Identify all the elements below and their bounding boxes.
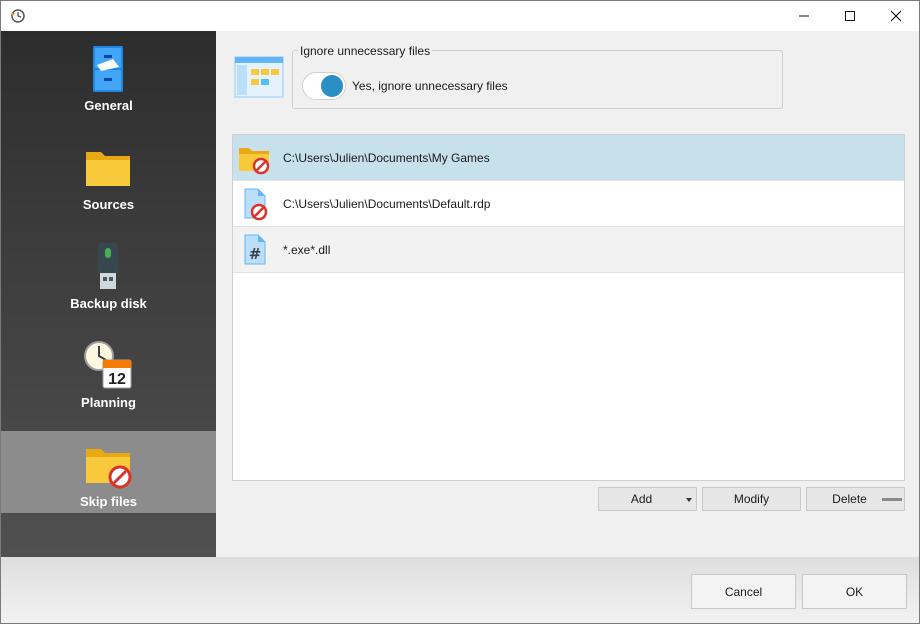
- sidebar: General Sources Backup disk 12 Planning …: [1, 31, 216, 557]
- close-button[interactable]: [873, 1, 919, 31]
- sidebar-item-planning[interactable]: 12 Planning: [1, 332, 216, 414]
- svg-text:#: #: [249, 245, 262, 263]
- list-item-path: *.exe*.dll: [283, 243, 331, 257]
- sidebar-item-label: Backup disk: [70, 296, 147, 311]
- maximize-icon: [845, 11, 855, 21]
- group-title: Ignore unnecessary files: [298, 44, 433, 58]
- folder-icon: [86, 152, 130, 186]
- list-item[interactable]: C:\Users\Julien\Documents\Default.rdp: [233, 181, 904, 227]
- usb-drive-icon: [98, 243, 118, 289]
- main-window: General Sources Backup disk 12 Planning …: [0, 0, 920, 624]
- sidebar-item-label: General: [84, 98, 133, 113]
- toggle-knob: [321, 75, 343, 97]
- sidebar-item-label: Planning: [81, 395, 136, 410]
- dialog-footer: Cancel OK: [1, 557, 919, 623]
- folder-blocked-icon: [239, 148, 270, 175]
- dropdown-arrow-icon: [686, 498, 692, 502]
- cancel-button[interactable]: Cancel: [691, 574, 796, 609]
- sidebar-item-sources[interactable]: Sources: [1, 134, 216, 216]
- hash-file-icon: #: [244, 234, 266, 265]
- folder-blocked-icon: [86, 449, 132, 489]
- maximize-button[interactable]: [827, 1, 873, 31]
- ok-button[interactable]: OK: [802, 574, 907, 609]
- list-item[interactable]: # *.exe*.dll: [233, 227, 904, 273]
- modify-button-label: Modify: [733, 492, 770, 506]
- list-item-path: C:\Users\Julien\Documents\My Games: [283, 151, 490, 165]
- delete-button[interactable]: Delete: [806, 487, 905, 511]
- file-blocked-icon: [244, 188, 268, 221]
- content-panel: Ignore unnecessary files Yes, ignore unn…: [216, 31, 919, 557]
- list-item-path: C:\Users\Julien\Documents\Default.rdp: [283, 197, 491, 211]
- close-icon: [890, 10, 902, 22]
- modify-button[interactable]: Modify: [702, 487, 801, 511]
- sidebar-item-label: Sources: [82, 197, 135, 212]
- sidebar-item-label: Skip files: [79, 494, 138, 509]
- sidebar-item-general[interactable]: General: [1, 35, 216, 117]
- app-icon: [11, 9, 25, 23]
- skip-files-list[interactable]: C:\Users\Julien\Documents\My Games C:\Us…: [232, 134, 905, 481]
- minimize-icon: [799, 15, 809, 17]
- toggle-label: Yes, ignore unnecessary files: [352, 79, 508, 93]
- delete-button-label: Delete: [832, 492, 867, 506]
- filing-cabinet-icon: [93, 46, 123, 92]
- sidebar-item-backup-disk[interactable]: Backup disk: [1, 233, 216, 315]
- sidebar-item-skip-files[interactable]: Skip files: [1, 431, 216, 513]
- minimize-button[interactable]: [781, 1, 827, 31]
- svg-text:12: 12: [108, 371, 126, 388]
- minus-icon: [882, 498, 902, 501]
- list-item[interactable]: C:\Users\Julien\Documents\My Games: [233, 135, 904, 181]
- ignore-files-toggle[interactable]: [302, 72, 346, 100]
- title-bar: [1, 1, 919, 31]
- clock-calendar-icon: 12: [84, 341, 132, 389]
- add-button[interactable]: Add: [598, 487, 697, 511]
- add-button-label: Add: [630, 492, 653, 506]
- folder-browser-icon: [234, 56, 284, 98]
